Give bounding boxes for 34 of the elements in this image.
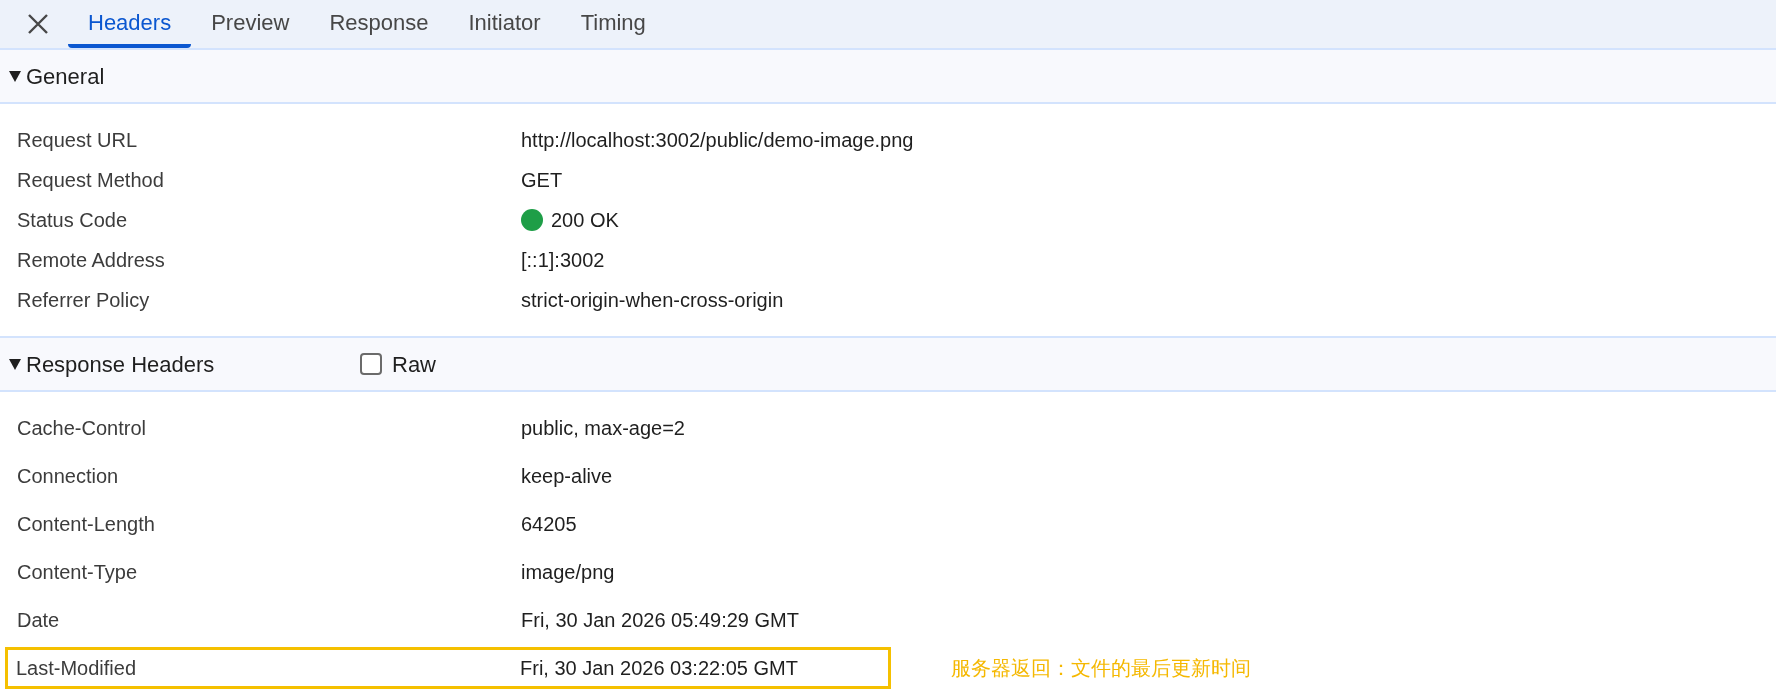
triangle-icon bbox=[8, 69, 22, 83]
checkbox-label: Raw bbox=[392, 350, 436, 379]
raw-checkbox[interactable] bbox=[360, 353, 382, 375]
header-name: Content-Type bbox=[17, 560, 139, 585]
section-toggle[interactable]: Response Headers bbox=[8, 347, 360, 381]
header-value: 64205 bbox=[521, 512, 577, 537]
close-icon bbox=[27, 13, 49, 35]
header-value: 200 OK bbox=[551, 208, 619, 233]
header-name: Last-Modified bbox=[16, 656, 138, 681]
header-value: [::1]:3002 bbox=[521, 248, 605, 273]
annotation-text: 服务器返回：文件的最后更新时间 bbox=[951, 655, 1251, 682]
tab[interactable]: Initiator bbox=[448, 0, 561, 48]
header-value: public, max-age=2 bbox=[521, 416, 685, 441]
header-name: Referrer Policy bbox=[17, 288, 151, 313]
header-name: Content-Length bbox=[17, 512, 156, 537]
section-toggle[interactable]: General bbox=[8, 59, 360, 93]
header-name: Cache-Control bbox=[17, 416, 147, 441]
header-value: Fri, 30 Jan 2026 03:22:05 GMT bbox=[520, 656, 798, 681]
tab[interactable]: Timing bbox=[560, 0, 666, 48]
header-value: Fri, 30 Jan 2026 05:49:29 GMT bbox=[521, 608, 799, 633]
tab[interactable]: Preview bbox=[191, 0, 310, 48]
header-value: strict-origin-when-cross-origin bbox=[521, 288, 784, 313]
tab[interactable]: Response bbox=[309, 0, 449, 48]
header-value: keep-alive bbox=[521, 464, 613, 489]
header-value: GET bbox=[521, 168, 563, 193]
header-name: Remote Address bbox=[17, 248, 166, 273]
header-value: image/png bbox=[521, 560, 615, 585]
header-name: Status Code bbox=[17, 208, 129, 233]
header-name: Request URL bbox=[17, 128, 139, 153]
header-name: Date bbox=[17, 608, 61, 633]
header-value: http://localhost:3002/public/demo-image.png bbox=[521, 128, 914, 153]
header-name: Connection bbox=[17, 464, 120, 489]
header-name: Request Method bbox=[17, 168, 165, 193]
triangle-icon bbox=[8, 357, 22, 371]
